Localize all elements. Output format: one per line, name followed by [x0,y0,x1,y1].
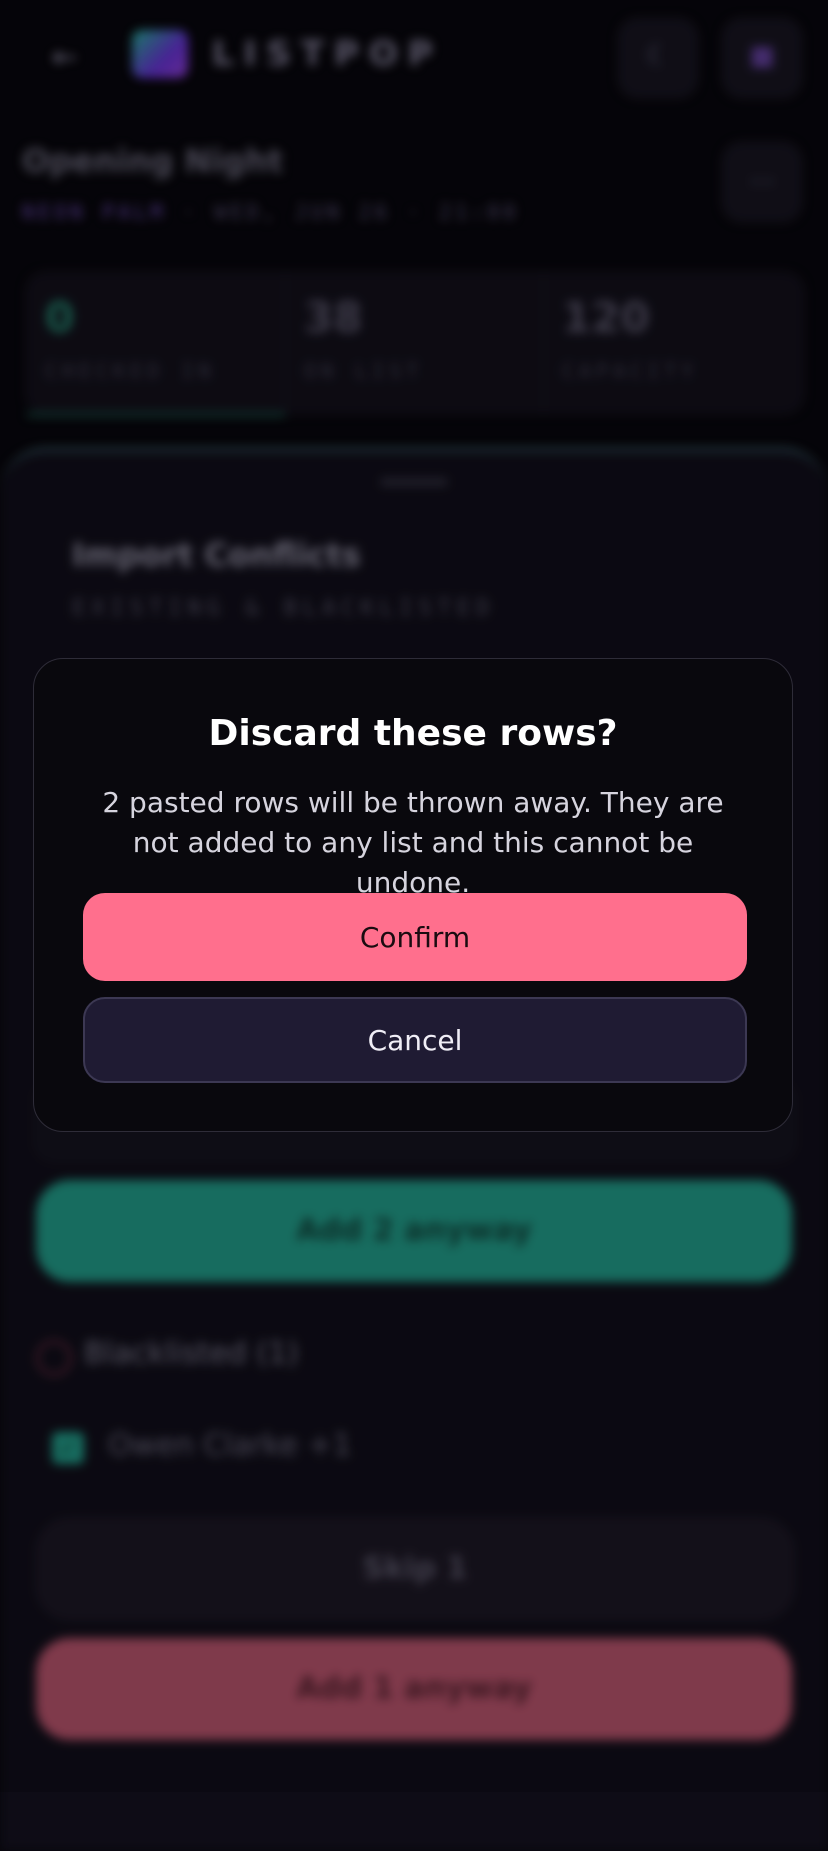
dialog-message: 2 pasted rows will be thrown away. They … [102,786,724,899]
dialog-title: Discard these rows? [208,713,618,754]
cancel-button[interactable]: Cancel [83,997,747,1083]
confirm-button[interactable]: Confirm [83,893,747,981]
discard-rows-dialog: Discard these rows? 2 pasted rows will b… [33,658,793,1132]
